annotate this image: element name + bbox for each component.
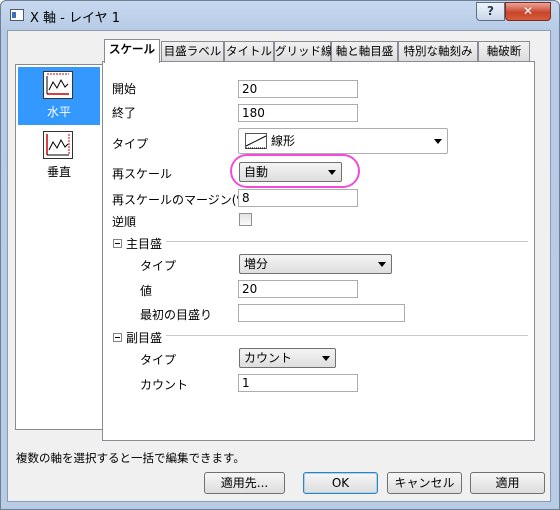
- major-type-label: タイプ: [140, 259, 177, 273]
- chevron-down-icon: [322, 356, 330, 361]
- minor-type-label: タイプ: [140, 353, 177, 367]
- major-value-label: 値: [140, 284, 153, 298]
- tab-axis-and-ticks[interactable]: 軸と軸目盛: [331, 41, 398, 61]
- first-tick-label: 最初の目盛り: [140, 308, 213, 322]
- sidebar-item-vertical[interactable]: 垂直: [18, 127, 100, 185]
- sidebar-item-horizontal[interactable]: 水平: [18, 67, 100, 125]
- tab-tick-labels[interactable]: 目盛ラベル: [161, 41, 224, 61]
- cancel-button[interactable]: キャンセル: [387, 472, 462, 494]
- vertical-axis-icon: [43, 131, 73, 159]
- end-input[interactable]: 180: [238, 104, 358, 122]
- linear-scale-icon: [245, 133, 267, 154]
- minor-count-input[interactable]: 1: [238, 374, 358, 392]
- type-label: タイプ: [112, 137, 149, 151]
- ok-button[interactable]: OK: [303, 472, 378, 494]
- axis-selector-panel: 水平 垂直: [15, 64, 103, 430]
- horizontal-axis-icon: [43, 71, 73, 99]
- apply-to-button[interactable]: 適用先...: [204, 472, 285, 494]
- tab-bar: スケール 目盛ラベル タイトル グリッド線 軸と軸目盛 特別な軸刻み 軸破断: [104, 39, 544, 63]
- window-title: X 軸 - レイヤ 1: [30, 11, 121, 26]
- first-tick-input[interactable]: [238, 304, 405, 322]
- chevron-down-icon: [378, 262, 386, 267]
- status-hint: 複数の軸を選択すると一括で編集できます。: [16, 451, 245, 465]
- help-button[interactable]: ?: [476, 2, 505, 21]
- minor-ticks-group-label: 副目盛: [126, 331, 163, 345]
- window-icon: [10, 9, 24, 21]
- chevron-down-icon: [434, 139, 442, 144]
- rescale-label: 再スケール: [112, 167, 173, 181]
- tab-grid-lines[interactable]: グリッド線: [274, 41, 333, 61]
- scale-type-select[interactable]: 線形: [238, 128, 448, 154]
- minor-type-select[interactable]: カウント: [239, 348, 336, 368]
- tab-scale[interactable]: スケール: [104, 39, 160, 63]
- collapse-major-icon[interactable]: [113, 239, 122, 248]
- divider: [166, 241, 528, 242]
- close-button[interactable]: ✕: [505, 2, 551, 21]
- apply-button[interactable]: 適用: [470, 472, 545, 494]
- tab-axis-break[interactable]: 軸破断: [478, 41, 530, 61]
- major-type-select[interactable]: 増分: [239, 254, 392, 274]
- tab-title[interactable]: タイトル: [224, 41, 274, 61]
- scale-type-value: 線形: [271, 134, 296, 148]
- minor-count-label: カウント: [140, 378, 189, 392]
- divider: [166, 335, 528, 336]
- highlight-ring: [230, 154, 360, 188]
- title-bar[interactable]: X 軸 - レイヤ 1 ? ✕: [1, 1, 559, 31]
- tab-special-ticks[interactable]: 特別な軸刻み: [398, 41, 478, 61]
- minor-type-value: カウント: [244, 351, 293, 365]
- start-label: 開始: [112, 82, 137, 96]
- sidebar-item-label: 垂直: [46, 165, 71, 179]
- end-label: 終了: [112, 106, 137, 120]
- reverse-checkbox[interactable]: [239, 213, 252, 226]
- major-value-input[interactable]: 20: [238, 280, 358, 298]
- start-input[interactable]: 20: [238, 80, 358, 98]
- major-ticks-group-label: 主目盛: [126, 237, 163, 251]
- sidebar-item-label: 水平: [46, 105, 71, 119]
- major-type-value: 増分: [244, 257, 269, 271]
- rescale-margin-label: 再スケールのマージン(%): [112, 193, 253, 207]
- reverse-label: 逆順: [112, 215, 137, 229]
- rescale-margin-input[interactable]: 8: [238, 189, 358, 207]
- collapse-minor-icon[interactable]: [113, 333, 122, 342]
